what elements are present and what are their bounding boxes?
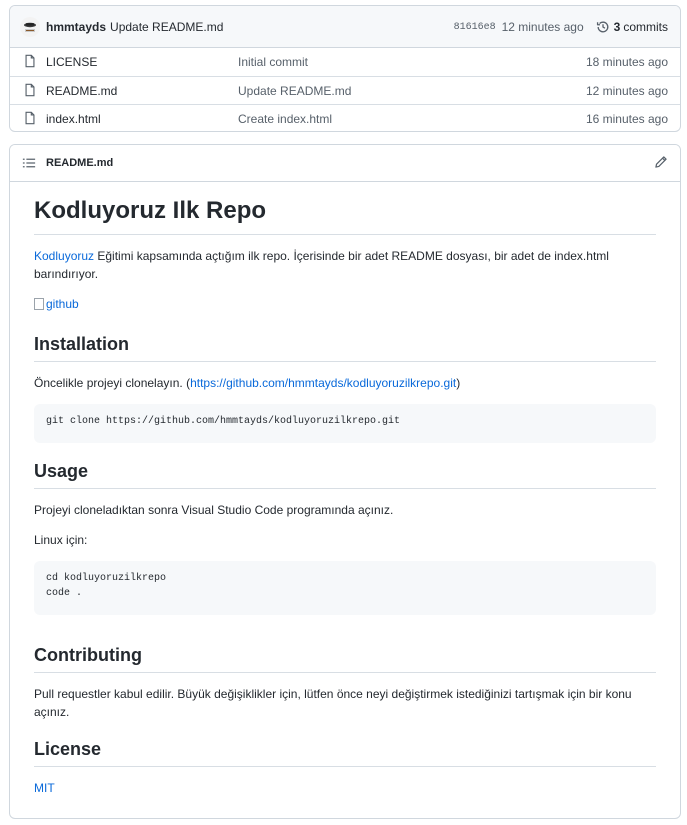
file-icon <box>23 83 39 99</box>
contributing-paragraph: Pull requestler kabul edilir. Büyük deği… <box>34 687 632 719</box>
file-name-link[interactable]: LICENSE <box>46 55 238 69</box>
commit-message-link[interactable]: Update README.md <box>110 20 223 34</box>
readme-filename: README.md <box>46 157 114 169</box>
file-icon <box>23 54 39 70</box>
file-commit-link[interactable]: Update README.md <box>238 84 351 98</box>
usage-paragraph: Projeyi cloneladıktan sonra Visual Studi… <box>34 503 394 517</box>
installation-paragraph: Öncelikle projeyi clonelayın. (https://g… <box>34 374 656 392</box>
file-row-index[interactable]: index.html Create index.html 16 minutes … <box>10 104 680 131</box>
linux-label: Linux için: <box>34 533 88 547</box>
commit-author-link[interactable]: hmmtayds <box>46 20 106 34</box>
intro-text: Eğitimi kapsamında açtığım ilk repo. İçe… <box>34 249 609 281</box>
installation-text-end: ) <box>456 376 461 390</box>
commit-time: 12 minutes ago <box>501 20 584 34</box>
usage-heading: Usage <box>34 459 656 489</box>
file-browser: hmmtayds Update README.md 81616e8 12 min… <box>9 5 681 132</box>
file-age: 18 minutes ago <box>585 55 668 69</box>
file-row-license[interactable]: LICENSE Initial commit 18 minutes ago <box>10 48 680 76</box>
usage-code-block[interactable]: cd kodluyoruzilkrepo code . <box>34 561 656 615</box>
file-name-link[interactable]: README.md <box>46 84 238 98</box>
license-heading: License <box>34 737 656 767</box>
readme-content: Kodluyoruz Ilk Repo Kodluyoruz Eğitimi k… <box>10 182 680 797</box>
readme-header: README.md <box>10 145 680 182</box>
github-badge-image[interactable]: github <box>34 295 79 313</box>
kodluyoruz-link[interactable]: Kodluyoruz <box>34 249 94 263</box>
clone-code-block[interactable]: git clone https://github.com/hmmtayds/ko… <box>34 404 656 443</box>
broken-image-icon <box>34 298 44 310</box>
commit-sha-link[interactable]: 81616e8 <box>454 22 496 33</box>
repo-clone-link[interactable]: https://github.com/hmmtayds/kodluyoruzil… <box>190 376 456 390</box>
file-icon <box>23 111 39 127</box>
pencil-icon[interactable] <box>654 155 668 169</box>
commit-count: 3 <box>613 20 621 34</box>
readme-title: Kodluyoruz Ilk Repo <box>34 196 656 235</box>
commit-history-link[interactable]: 3 commits <box>596 20 668 34</box>
file-age: 16 minutes ago <box>585 111 668 126</box>
author-avatar[interactable] <box>20 16 40 37</box>
readme-panel: README.md Kodluyoruz Ilk Repo Kodluyoruz… <box>9 144 681 819</box>
list-unordered-icon[interactable] <box>22 156 36 170</box>
badge-paragraph: github <box>34 295 656 315</box>
contributing-heading: Contributing <box>34 643 656 673</box>
file-name-link[interactable]: index.html <box>46 112 238 126</box>
latest-commit-bar: hmmtayds Update README.md 81616e8 12 min… <box>10 6 680 48</box>
history-icon <box>596 20 614 34</box>
file-commit-link[interactable]: Initial commit <box>238 55 308 69</box>
commit-meta: 81616e8 12 minutes ago 3 commits <box>454 6 668 48</box>
commits-label: commits <box>623 20 668 34</box>
intro-paragraph: Kodluyoruz Eğitimi kapsamında açtığım il… <box>34 247 656 283</box>
mit-license-link[interactable]: MIT <box>34 781 55 795</box>
file-row-readme[interactable]: README.md Update README.md 12 minutes ag… <box>10 76 680 104</box>
license-paragraph: MIT <box>34 779 656 797</box>
file-commit-link[interactable]: Create index.html <box>238 112 332 126</box>
github-badge-alt: github <box>46 297 79 311</box>
installation-heading: Installation <box>34 332 656 362</box>
installation-text: Öncelikle projeyi clonelayın. ( <box>34 376 191 390</box>
file-age: 12 minutes ago <box>585 83 668 98</box>
file-list: LICENSE Initial commit 18 minutes ago RE… <box>10 48 680 131</box>
